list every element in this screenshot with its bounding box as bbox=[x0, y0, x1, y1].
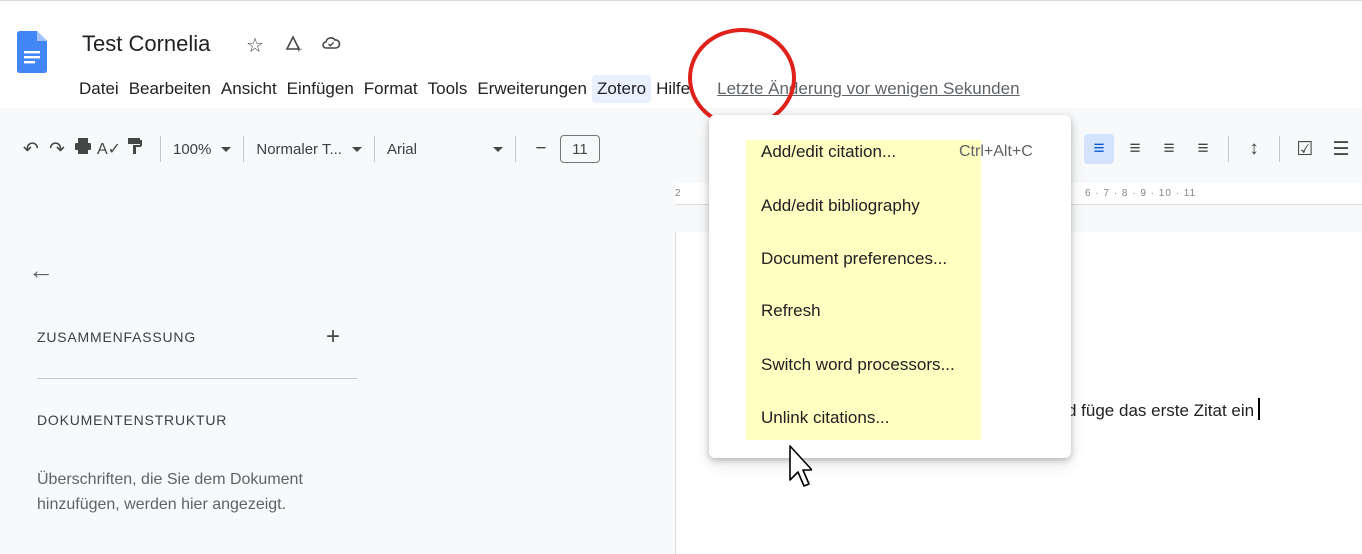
document-outline-heading: DOKUMENTENSTRUKTUR bbox=[37, 412, 228, 428]
body-text: d füge das erste Zitat ein bbox=[1067, 401, 1255, 420]
style-value: Normaler T... bbox=[256, 140, 342, 158]
menu-format[interactable]: Format bbox=[359, 75, 423, 103]
line-spacing-icon[interactable]: ↕ bbox=[1241, 138, 1267, 160]
back-arrow-icon[interactable]: ← bbox=[28, 255, 54, 286]
document-title[interactable]: Test Cornelia bbox=[82, 31, 210, 57]
ruler-marks: 6 · 7 · 8 · 9 · 10 · 11 bbox=[1085, 188, 1197, 199]
redo-icon[interactable]: ↷ bbox=[44, 138, 70, 161]
sidebar-divider bbox=[37, 378, 357, 379]
svg-text:+: + bbox=[295, 45, 303, 53]
title-bar: Test Cornelia ☆ + Datei Bearbeiten Ansic… bbox=[0, 0, 1362, 128]
align-right-icon[interactable]: ≡ bbox=[1156, 138, 1182, 160]
toolbar-separator bbox=[373, 136, 375, 162]
toolbar-separator bbox=[243, 136, 245, 162]
annotation-circle bbox=[688, 28, 796, 128]
spellcheck-icon[interactable]: A✓ bbox=[96, 139, 122, 159]
google-docs-window: Test Cornelia ☆ + Datei Bearbeiten Ansic… bbox=[0, 0, 1362, 554]
menu-ansicht[interactable]: Ansicht bbox=[216, 75, 282, 103]
summary-heading: ZUSAMMENFASSUNG bbox=[37, 329, 197, 345]
text-cursor bbox=[1258, 398, 1261, 420]
alignment-toolbar-group: ≡ ≡ ≡ ≡ ↕ ☑ ☰ bbox=[1084, 120, 1354, 178]
checklist-icon[interactable]: ☑ bbox=[1292, 138, 1318, 161]
menu-bar: Datei Bearbeiten Ansicht Einfügen Format… bbox=[74, 75, 1020, 103]
align-justify-icon[interactable]: ≡ bbox=[1190, 138, 1216, 160]
menu-item-switch-word-processors[interactable]: Switch word processors... bbox=[761, 355, 955, 375]
menu-item-unlink-citations[interactable]: Unlink citations... bbox=[761, 408, 890, 428]
ruler-mark: 2 bbox=[675, 188, 681, 199]
docs-logo-icon[interactable] bbox=[17, 31, 47, 73]
zoom-select[interactable]: 100% bbox=[173, 140, 232, 158]
cloud-saved-icon[interactable] bbox=[321, 33, 341, 59]
toolbar-separator bbox=[514, 136, 516, 162]
move-to-folder-icon[interactable]: + bbox=[283, 33, 303, 59]
chevron-down-icon bbox=[492, 146, 503, 152]
zotero-dropdown-menu: Add/edit citation... Ctrl+Alt+C Add/edit… bbox=[709, 115, 1071, 458]
font-select[interactable]: Arial bbox=[387, 141, 503, 158]
align-center-icon[interactable]: ≡ bbox=[1122, 138, 1148, 160]
toolbar-separator bbox=[160, 136, 161, 162]
print-icon[interactable] bbox=[70, 137, 96, 161]
menu-item-refresh[interactable]: Refresh bbox=[761, 301, 821, 321]
align-left-icon[interactable]: ≡ bbox=[1084, 134, 1114, 164]
menu-item-add-edit-citation[interactable]: Add/edit citation... bbox=[761, 142, 896, 162]
chevron-down-icon bbox=[221, 146, 232, 152]
shortcut-label: Ctrl+Alt+C bbox=[959, 143, 1033, 160]
toolbar-separator bbox=[1228, 136, 1229, 162]
chevron-down-icon bbox=[351, 146, 362, 152]
menu-datei[interactable]: Datei bbox=[74, 75, 124, 103]
menu-item-add-edit-bibliography[interactable]: Add/edit bibliography bbox=[761, 196, 920, 216]
title-icon-group: ☆ + bbox=[245, 33, 341, 59]
zoom-value: 100% bbox=[173, 140, 212, 158]
highlight-marker bbox=[746, 140, 981, 440]
mouse-pointer-icon bbox=[789, 445, 812, 487]
menu-tools[interactable]: Tools bbox=[423, 75, 473, 103]
menu-zotero[interactable]: Zotero bbox=[591, 75, 652, 103]
bulleted-list-icon[interactable]: ☰ bbox=[1328, 138, 1354, 161]
style-select[interactable]: Normaler T... bbox=[256, 141, 362, 158]
outline-sidebar: ← ZUSAMMENFASSUNG + DOKUMENTENSTRUKTUR Ü… bbox=[0, 205, 380, 554]
menu-erweiterungen[interactable]: Erweiterungen bbox=[472, 75, 592, 103]
menu-bearbeiten[interactable]: Bearbeiten bbox=[124, 75, 216, 103]
menu-item-document-preferences[interactable]: Document preferences... bbox=[761, 249, 947, 269]
formatting-toolbar: ↶ ↷ A✓ 100% Normaler T... Arial − 11 ≡ ≡… bbox=[0, 120, 1362, 178]
outline-hint-text: Überschriften, die Sie dem Dokument hinz… bbox=[37, 471, 303, 513]
toolbar-separator bbox=[1279, 136, 1280, 162]
add-summary-button[interactable]: + bbox=[326, 323, 340, 351]
star-icon[interactable]: ☆ bbox=[245, 33, 265, 59]
paint-format-icon[interactable] bbox=[122, 137, 148, 161]
menu-einfuegen[interactable]: Einfügen bbox=[282, 75, 359, 103]
undo-icon[interactable]: ↶ bbox=[18, 138, 44, 161]
page-body-text[interactable]: d füge das erste Zitat ein bbox=[1067, 398, 1261, 421]
decrease-font-size-button[interactable]: − bbox=[528, 138, 554, 160]
font-size-input[interactable]: 11 bbox=[559, 135, 600, 163]
font-value: Arial bbox=[386, 140, 417, 158]
